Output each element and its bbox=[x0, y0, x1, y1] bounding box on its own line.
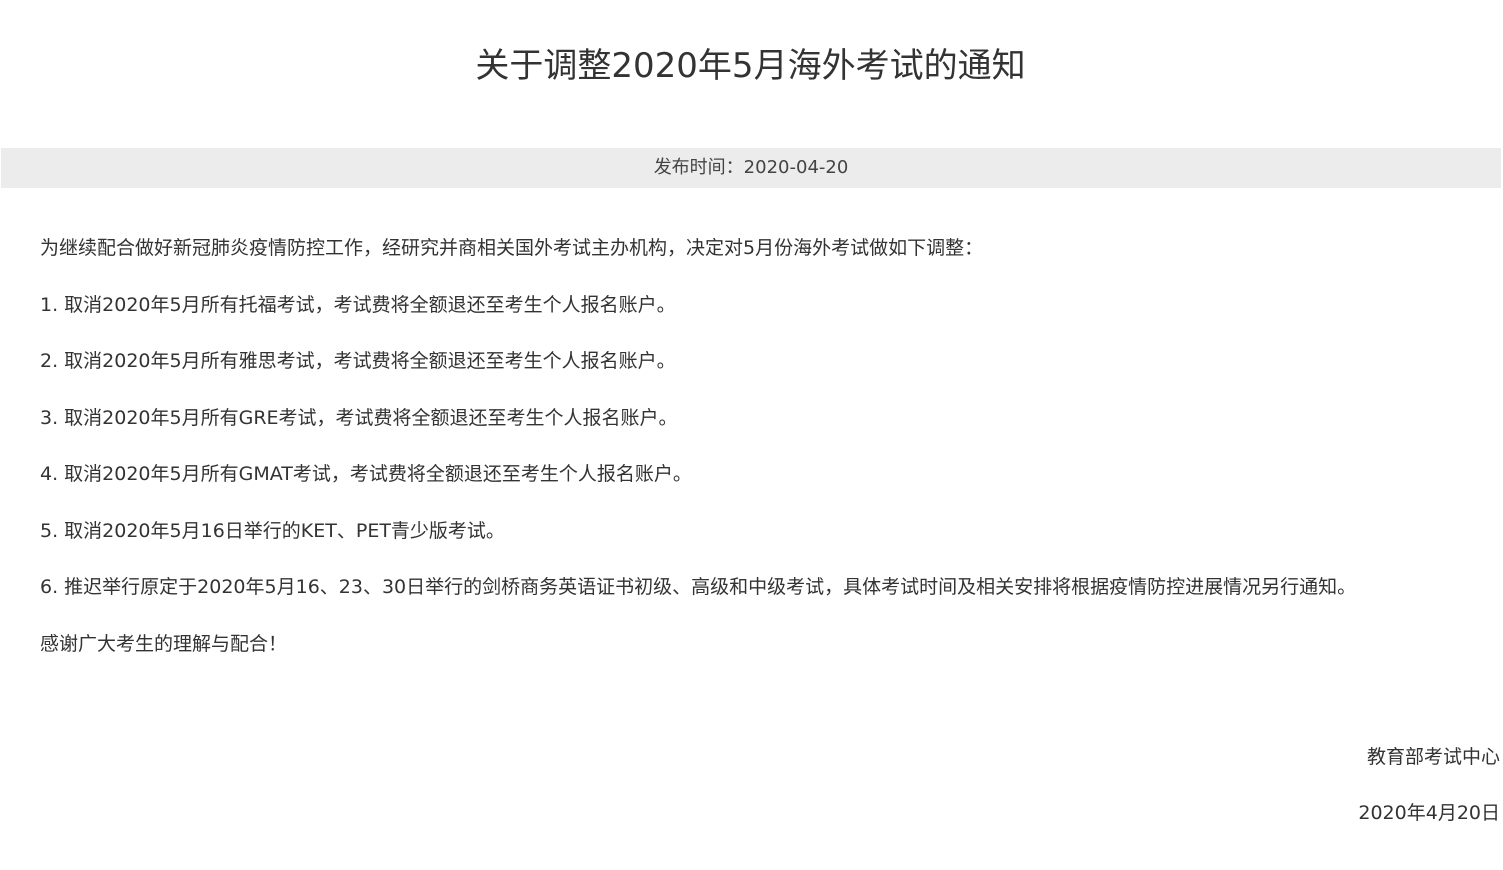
page-title: 关于调整2020年5月海外考试的通知 bbox=[475, 46, 1026, 86]
signature-organization: 教育部考试中心 bbox=[1366, 746, 1500, 768]
item-bec: 6. 推迟举行原定于2020年5月16、23、30日举行的剑桥商务英语证书初级、… bbox=[40, 576, 1357, 598]
item-gre: 3. 取消2020年5月所有GRE考试，考试费将全额退还至考生个人报名账户。 bbox=[40, 406, 678, 429]
item-toefl: 1. 取消2020年5月所有托福考试，考试费将全额退还至考生个人报名账户。 bbox=[40, 293, 676, 316]
signature-date: 2020年4月20日 bbox=[1358, 802, 1500, 824]
publish-info-bar: 发布时间：2020-04-20 bbox=[1, 148, 1501, 188]
item-ket-pet: 5. 取消2020年5月16日举行的KET、PET青少版考试。 bbox=[40, 519, 505, 542]
item-ielts: 2. 取消2020年5月所有雅思考试，考试费将全额退还至考生个人报名账户。 bbox=[40, 350, 676, 372]
intro-paragraph: 为继续配合做好新冠肺炎疫情防控工作，经研究并商相关国外考试主办机构，决定对5月份… bbox=[40, 237, 984, 259]
thanks-paragraph: 感谢广大考生的理解与配合！ bbox=[40, 632, 288, 655]
article-body: 为继续配合做好新冠肺炎疫情防控工作，经研究并商相关国外考试主办机构，决定对5月份… bbox=[40, 230, 1480, 682]
item-gmat: 4. 取消2020年5月所有GMAT考试，考试费将全额退还至考生个人报名账户。 bbox=[40, 463, 692, 485]
publish-time: 发布时间：2020-04-20 bbox=[653, 157, 849, 178]
